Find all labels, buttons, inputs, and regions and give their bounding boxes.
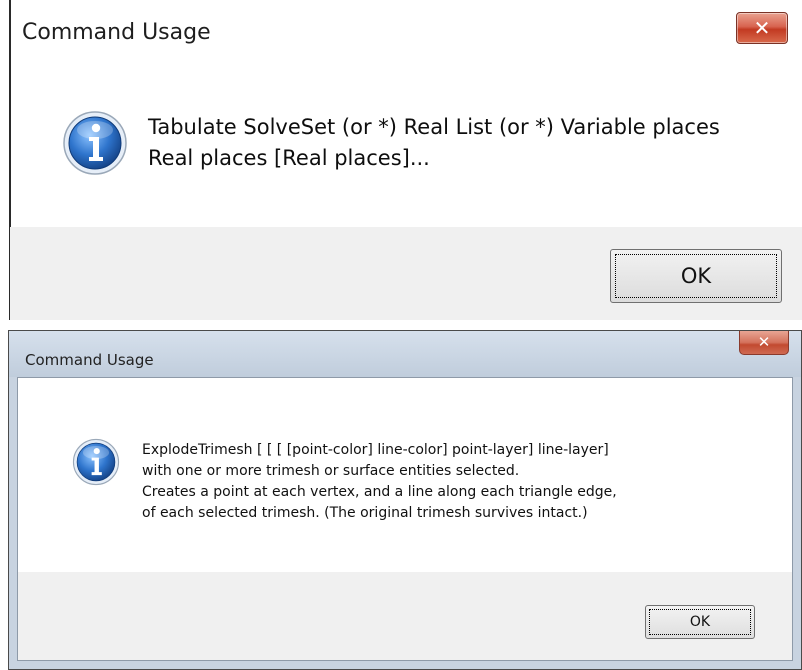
ok-button[interactable]: OK	[645, 605, 755, 639]
ok-label: OK	[689, 614, 711, 630]
ok-label: OK	[680, 264, 712, 288]
command-usage-dialog-tabulate: Command Usage ✕ Tabulate SolveSet (or *)…	[0, 0, 802, 320]
close-icon: ✕	[753, 16, 771, 40]
dialog-message: Tabulate SolveSet (or *) Real List (or *…	[148, 115, 720, 170]
dialog-message: ExplodeTrimesh [ [ [ [point-color] line-…	[142, 442, 617, 521]
title-bar[interactable]: Command Usage ✕	[9, 331, 801, 377]
ok-button[interactable]: OK	[610, 249, 782, 303]
close-button[interactable]: ✕	[736, 12, 788, 44]
close-button[interactable]: ✕	[739, 331, 789, 355]
dialog-title: Command Usage	[25, 351, 154, 369]
info-icon	[63, 111, 127, 175]
info-icon	[72, 438, 120, 486]
command-usage-dialog-explodetrimesh: Command Usage ✕ ExplodeTrimesh [ [ [ [po…	[8, 330, 802, 670]
dialog-title: Command Usage	[22, 20, 211, 45]
close-icon: ✕	[757, 333, 771, 351]
